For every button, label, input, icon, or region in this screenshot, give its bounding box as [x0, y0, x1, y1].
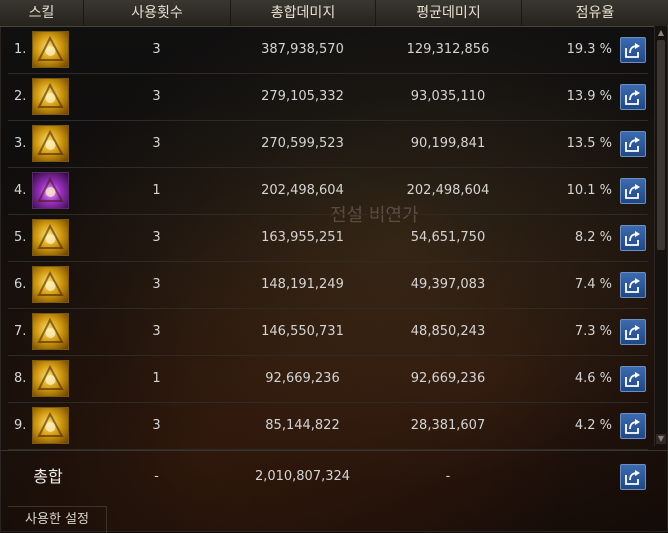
- row-use-count: 1: [152, 183, 161, 198]
- row-share-percent: 13.9 %: [566, 89, 612, 104]
- row-average-damage: 129,312,856: [406, 42, 490, 57]
- skill-row: 6. 3 148,191,249 49,397,083 7.4 %: [0, 261, 652, 309]
- row-use-count: 3: [152, 42, 161, 57]
- row-total-damage: 85,144,822: [265, 418, 340, 433]
- row-share-button[interactable]: [620, 319, 646, 345]
- row-rank: 8.: [14, 371, 27, 386]
- gold-swirl-skill-icon: [32, 266, 69, 303]
- total-share-button[interactable]: [620, 464, 646, 490]
- row-average-damage: 202,498,604: [406, 183, 490, 198]
- skill-row: 8. 1 92,669,236 92,669,236 4.6 %: [0, 355, 652, 403]
- row-average-damage: 92,669,236: [410, 371, 486, 386]
- row-average-damage: 54,651,750: [410, 230, 486, 245]
- skill-row: 3. 3 270,599,523 90,199,841 13.5 %: [0, 120, 652, 168]
- gold-burst-skill-icon: [32, 125, 69, 162]
- gold-beast-skill-icon: [32, 78, 69, 115]
- gold-cross-skill-icon: [32, 313, 69, 350]
- purple-flame-skill-icon: [32, 172, 69, 209]
- row-share-button[interactable]: [620, 225, 646, 251]
- scroll-up-arrow-icon[interactable]: ▲: [656, 28, 666, 38]
- row-rank: 2.: [14, 89, 27, 104]
- skill-row: 4. 1 202,498,604 202,498,604 10.1 %: [0, 167, 652, 215]
- row-rank: 7.: [14, 324, 27, 339]
- row-total-damage: 148,191,249: [261, 277, 344, 292]
- table-header: 스킬 사용횟수 총합데미지 평균데미지 점유율: [0, 0, 668, 27]
- row-average-damage: 48,850,243: [410, 324, 486, 339]
- row-use-count: 3: [152, 230, 161, 245]
- row-rank: 1.: [14, 42, 27, 57]
- row-rank: 6.: [14, 277, 27, 292]
- row-share-percent: 8.2 %: [574, 230, 612, 245]
- row-share-percent: 13.5 %: [566, 136, 612, 151]
- row-total-damage: 92,669,236: [265, 371, 340, 386]
- scroll-down-arrow-icon[interactable]: ▼: [656, 434, 666, 444]
- row-total-damage: 387,938,570: [261, 42, 344, 57]
- row-share-button[interactable]: [620, 131, 646, 157]
- row-share-percent: 4.2 %: [574, 418, 612, 433]
- row-share-button[interactable]: [620, 413, 646, 439]
- row-rank: 3.: [14, 136, 27, 151]
- row-total-damage: 163,955,251: [261, 230, 344, 245]
- row-rank: 4.: [14, 183, 27, 198]
- row-share-percent: 4.6 %: [574, 371, 612, 386]
- row-share-button[interactable]: [620, 272, 646, 298]
- row-use-count: 3: [152, 324, 161, 339]
- row-use-count: 3: [152, 89, 161, 104]
- row-total-damage: 279,105,332: [261, 89, 344, 104]
- total-row: 총합 - 2,010,807,324 -: [0, 450, 668, 503]
- share-export-icon: [625, 184, 640, 199]
- row-share-percent: 7.4 %: [574, 277, 612, 292]
- share-export-icon: [625, 278, 640, 293]
- skill-row: 1. 3 387,938,570 129,312,856 19.3 %: [0, 26, 652, 74]
- scroll-thumb[interactable]: [657, 40, 665, 250]
- gold-slash-skill-icon: [32, 360, 69, 397]
- gold-dragon-skill-icon: [32, 219, 69, 256]
- gold-strike-skill-icon: [32, 407, 69, 444]
- scrollbar[interactable]: ▲ ▼: [654, 26, 667, 446]
- header-total-damage: 총합데미지: [231, 0, 376, 26]
- share-export-icon: [625, 137, 640, 152]
- header-use-count: 사용횟수: [84, 0, 231, 26]
- total-average-damage: -: [445, 469, 451, 484]
- header-skill: 스킬: [0, 0, 84, 26]
- header-average-damage: 평균데미지: [376, 0, 522, 26]
- row-share-button[interactable]: [620, 366, 646, 392]
- row-total-damage: 270,599,523: [261, 136, 344, 151]
- share-export-icon: [625, 470, 640, 485]
- row-share-button[interactable]: [620, 84, 646, 110]
- total-damage-sum: 2,010,807,324: [254, 469, 351, 484]
- total-use-count: -: [154, 469, 159, 484]
- row-share-percent: 7.3 %: [574, 324, 612, 339]
- row-total-damage: 146,550,731: [261, 324, 344, 339]
- share-export-icon: [625, 231, 640, 246]
- share-export-icon: [625, 372, 640, 387]
- total-label: 총합: [33, 467, 63, 486]
- row-total-damage: 202,498,604: [261, 183, 344, 198]
- skill-row: 7. 3 146,550,731 48,850,243 7.3 %: [0, 308, 652, 356]
- row-use-count: 3: [152, 418, 161, 433]
- share-export-icon: [625, 90, 640, 105]
- row-average-damage: 93,035,110: [410, 89, 486, 104]
- skill-row: 5. 3 163,955,251 54,651,750 8.2 %: [0, 214, 652, 262]
- gold-target-skill-icon: [32, 31, 69, 68]
- row-rank: 5.: [14, 230, 27, 245]
- row-share-button[interactable]: [620, 37, 646, 63]
- row-use-count: 3: [152, 136, 161, 151]
- share-export-icon: [625, 43, 640, 58]
- row-share-button[interactable]: [620, 178, 646, 204]
- row-rank: 9.: [14, 418, 27, 433]
- row-average-damage: 49,397,083: [410, 277, 486, 292]
- header-share: 점유율: [575, 5, 615, 21]
- row-average-damage: 90,199,841: [410, 136, 486, 151]
- row-average-damage: 28,381,607: [410, 418, 486, 433]
- share-export-icon: [625, 325, 640, 340]
- row-share-percent: 10.1 %: [566, 183, 612, 198]
- row-use-count: 1: [152, 371, 161, 386]
- share-export-icon: [625, 419, 640, 434]
- skill-row: 9. 3 85,144,822 28,381,607 4.2 %: [0, 402, 652, 450]
- row-use-count: 3: [152, 277, 161, 292]
- row-share-percent: 19.3 %: [566, 42, 612, 57]
- skill-row: 2. 3 279,105,332 93,035,110 13.9 %: [0, 73, 652, 121]
- used-settings-tab[interactable]: 사용한 설정: [8, 506, 107, 533]
